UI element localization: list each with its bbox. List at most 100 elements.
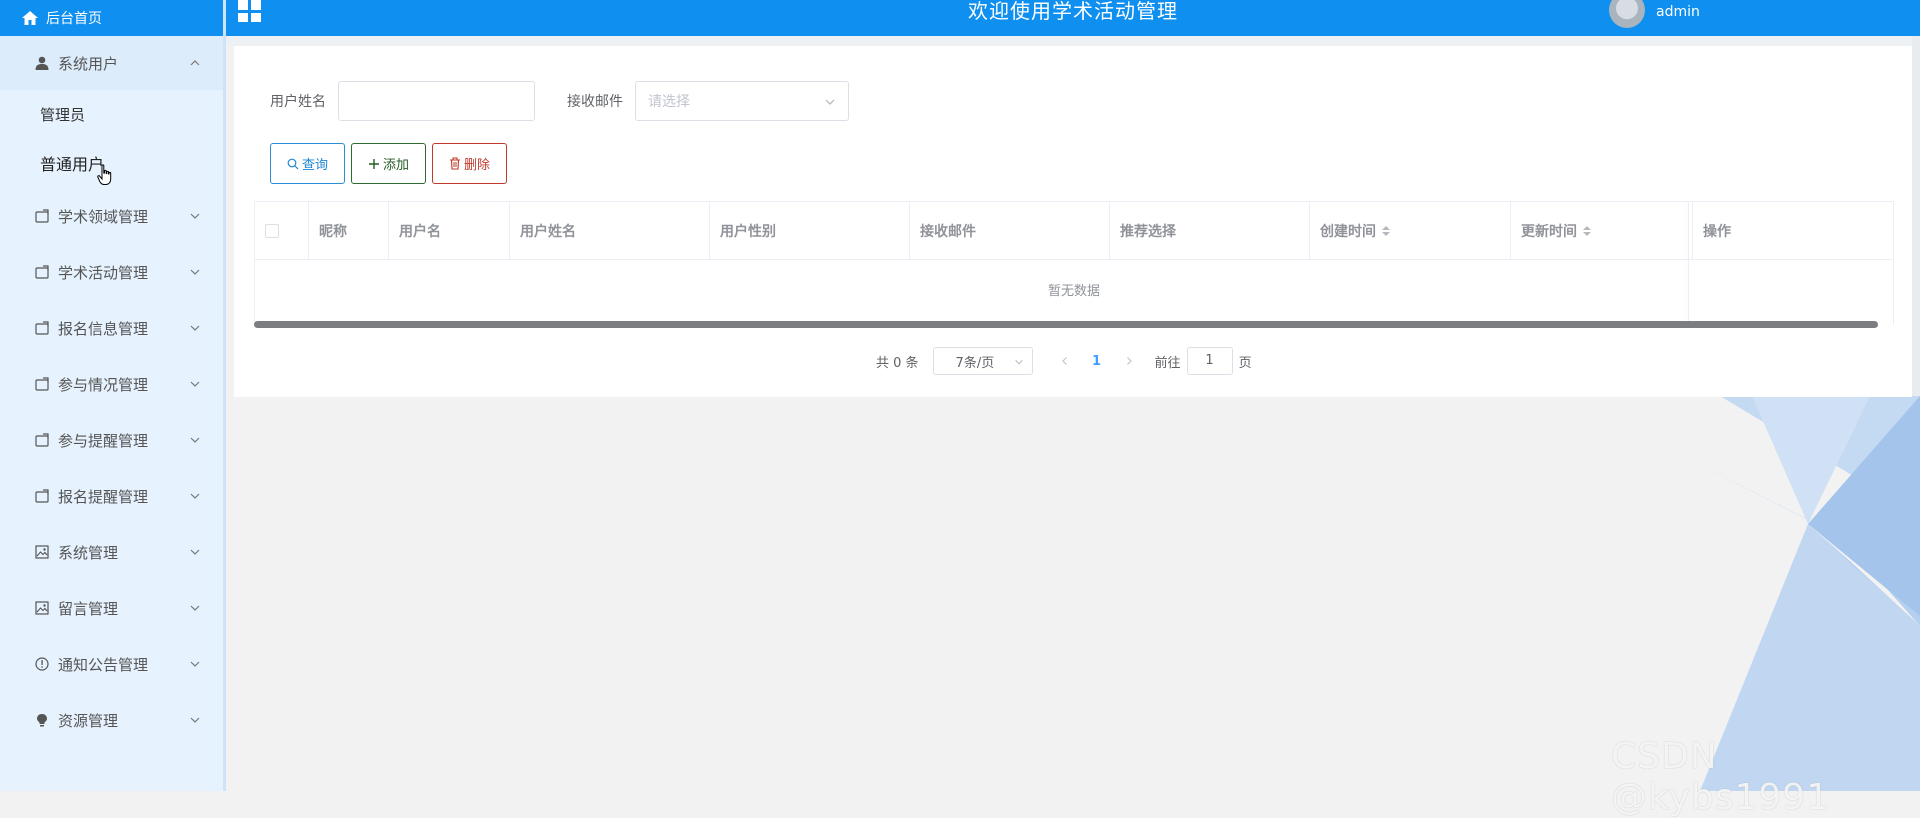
chevron-right-icon — [1126, 357, 1132, 365]
info-icon — [34, 657, 49, 672]
chevron-down-icon — [190, 381, 200, 387]
chevron-down-icon — [190, 325, 200, 331]
folder-icon — [34, 265, 49, 280]
chevron-down-icon — [190, 549, 200, 555]
sidebar-group-system-user[interactable]: 系统用户 — [0, 36, 223, 90]
chevron-down-icon — [190, 661, 200, 667]
sidebar-group-academic-activity[interactable]: 学术活动管理 — [0, 244, 223, 300]
page-size-select[interactable]: 7条/页 — [932, 347, 1033, 375]
sidebar-group-system-management[interactable]: 系统管理 — [0, 524, 223, 580]
picture-icon — [34, 601, 49, 616]
column-header-label: 更新时间 — [1521, 224, 1577, 240]
folder-icon — [34, 377, 49, 392]
plus-icon — [368, 158, 379, 169]
folder-icon — [34, 433, 49, 448]
page-suffix-label: 页 — [1238, 355, 1252, 371]
delete-button[interactable]: 删除 — [432, 143, 507, 184]
home-icon — [22, 11, 38, 25]
avatar[interactable] — [1609, 0, 1645, 28]
sidebar-group-label: 留言管理 — [58, 599, 119, 618]
bulb-icon — [34, 713, 49, 728]
column-header[interactable]: 用户姓名 — [510, 202, 710, 260]
data-table: 昵称 用户名 用户姓名 用户性别 接收邮件 推荐选择 创建时间 更新时间 操作 … — [254, 201, 1894, 326]
sidebar-group-resource[interactable]: 资源管理 — [0, 692, 223, 748]
sidebar-group-label: 系统用户 — [58, 54, 119, 73]
top-header: 欢迎使用学术活动管理 admin — [226, 0, 1920, 36]
action-buttons: 查询 添加 删除 — [270, 143, 513, 184]
column-header-label: 创建时间 — [1320, 224, 1376, 240]
sidebar-group-label: 学术活动管理 — [58, 263, 149, 282]
chevron-down-icon — [190, 605, 200, 611]
picture-icon — [34, 545, 49, 560]
chevron-down-icon — [190, 437, 200, 443]
sidebar-item-label: 管理员 — [40, 105, 86, 124]
sidebar-group-notice[interactable]: 通知公告管理 — [0, 636, 223, 692]
sidebar-group-participation[interactable]: 参与情况管理 — [0, 356, 223, 412]
goto-page-input[interactable]: 1 — [1186, 347, 1233, 375]
sidebar-home[interactable]: 后台首页 — [0, 0, 223, 36]
trash-icon — [449, 157, 460, 170]
add-button[interactable]: 添加 — [351, 143, 426, 184]
sidebar-group-academic-field[interactable]: 学术领域管理 — [0, 188, 223, 244]
fixed-column-divider — [1688, 202, 1689, 326]
sidebar-group-signup-info[interactable]: 报名信息管理 — [0, 300, 223, 356]
select-all-checkbox[interactable] — [265, 224, 279, 238]
sidebar: 后台首页 系统用户 管理员 普通用户 学术领域管理 学术活动管理 报名信息管理 … — [0, 0, 226, 791]
name-filter-input[interactable] — [338, 81, 535, 121]
prev-page-button[interactable] — [1051, 347, 1079, 375]
column-header[interactable]: 用户名 — [389, 202, 510, 260]
column-header[interactable]: 昵称 — [309, 202, 389, 260]
folder-icon — [34, 209, 49, 224]
content-panel: 用户姓名 接收邮件 请选择 查询 添加 删除 昵称 用户名 用户姓名 用户性别 … — [234, 46, 1912, 397]
email-filter-placeholder: 请选择 — [648, 94, 690, 110]
column-header[interactable]: 推荐选择 — [1110, 202, 1310, 260]
sidebar-group-label: 系统管理 — [58, 543, 119, 562]
query-button[interactable]: 查询 — [270, 143, 345, 184]
delete-button-label: 删除 — [463, 158, 490, 173]
sidebar-home-label: 后台首页 — [46, 11, 102, 27]
sidebar-group-message[interactable]: 留言管理 — [0, 580, 223, 636]
add-button-label: 添加 — [382, 158, 409, 173]
chevron-down-icon — [190, 213, 200, 219]
column-header[interactable]: 接收邮件 — [910, 202, 1110, 260]
chevron-left-icon — [1061, 357, 1067, 365]
email-filter-select[interactable]: 请选择 — [635, 81, 849, 121]
column-header-created[interactable]: 创建时间 — [1310, 202, 1511, 260]
username-label[interactable]: admin — [1656, 4, 1700, 20]
sidebar-group-participation-reminder[interactable]: 参与提醒管理 — [0, 412, 223, 468]
name-filter-label: 用户姓名 — [270, 94, 326, 110]
page-size-value: 7条/页 — [955, 355, 995, 371]
sidebar-group-label: 参与提醒管理 — [58, 431, 149, 450]
column-select-all — [255, 202, 309, 260]
column-header[interactable]: 用户性别 — [710, 202, 910, 260]
sidebar-group-label: 报名提醒管理 — [58, 487, 149, 506]
sidebar-group-label: 报名信息管理 — [58, 319, 149, 338]
chevron-down-icon — [825, 99, 835, 105]
chevron-down-icon — [1014, 359, 1023, 365]
watermark: CSDN @kybs1991 — [1611, 736, 1831, 818]
sort-icon[interactable] — [1583, 226, 1591, 236]
search-icon — [287, 158, 299, 169]
sort-icon[interactable] — [1382, 226, 1390, 236]
horizontal-scrollbar[interactable] — [254, 321, 1878, 328]
email-filter-label: 接收邮件 — [567, 94, 623, 110]
sidebar-group-label: 参与情况管理 — [58, 375, 149, 394]
sidebar-group-signup-reminder[interactable]: 报名提醒管理 — [0, 468, 223, 524]
background-decoration — [1660, 396, 1920, 791]
filter-row: 用户姓名 接收邮件 请选择 — [270, 81, 849, 121]
content-top-strip — [226, 36, 1920, 46]
pagination-total: 共 0 条 — [876, 355, 919, 371]
sidebar-group-label: 资源管理 — [58, 711, 119, 730]
goto-label: 前往 — [1154, 355, 1181, 371]
empty-text: 暂无数据 — [1047, 283, 1100, 299]
sidebar-item-label: 普通用户 — [40, 155, 105, 174]
folder-icon — [34, 321, 49, 336]
column-header-updated[interactable]: 更新时间 — [1511, 202, 1693, 260]
sidebar-group-label: 通知公告管理 — [58, 655, 149, 674]
chevron-down-icon — [190, 493, 200, 499]
page-number-current[interactable]: 1 — [1079, 354, 1115, 369]
next-page-button[interactable] — [1115, 347, 1143, 375]
table-empty-row: 暂无数据 — [255, 260, 1893, 318]
sidebar-item-admin[interactable]: 管理员 — [0, 90, 223, 138]
table-header: 昵称 用户名 用户姓名 用户性别 接收邮件 推荐选择 创建时间 更新时间 操作 — [255, 202, 1893, 260]
